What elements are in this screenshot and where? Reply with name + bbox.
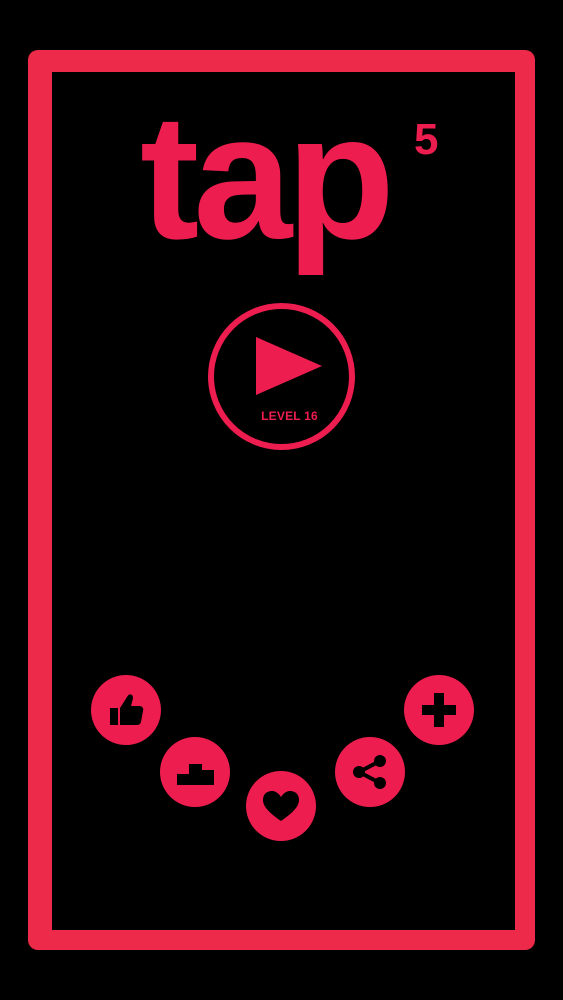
rate-button[interactable] — [91, 675, 161, 745]
thumbs-up-icon — [110, 694, 144, 725]
logo-superscript: 5 — [414, 115, 439, 164]
share-button[interactable] — [335, 737, 405, 807]
level-label: LEVEL 16 — [261, 409, 318, 423]
share-icon — [353, 755, 386, 789]
leaderboard-button[interactable] — [160, 737, 230, 807]
play-icon — [256, 337, 322, 395]
favorite-button[interactable] — [246, 771, 316, 841]
logo-word: tap — [140, 77, 395, 276]
more-button[interactable] — [404, 675, 474, 745]
game-logo: tap 5 — [140, 77, 460, 292]
podium-icon — [177, 764, 214, 785]
play-button[interactable]: LEVEL 16 — [208, 303, 355, 450]
main-menu-screen: tap 5 LEVEL 16 — [0, 0, 563, 1000]
plus-icon — [422, 693, 456, 727]
heart-icon — [263, 791, 299, 821]
